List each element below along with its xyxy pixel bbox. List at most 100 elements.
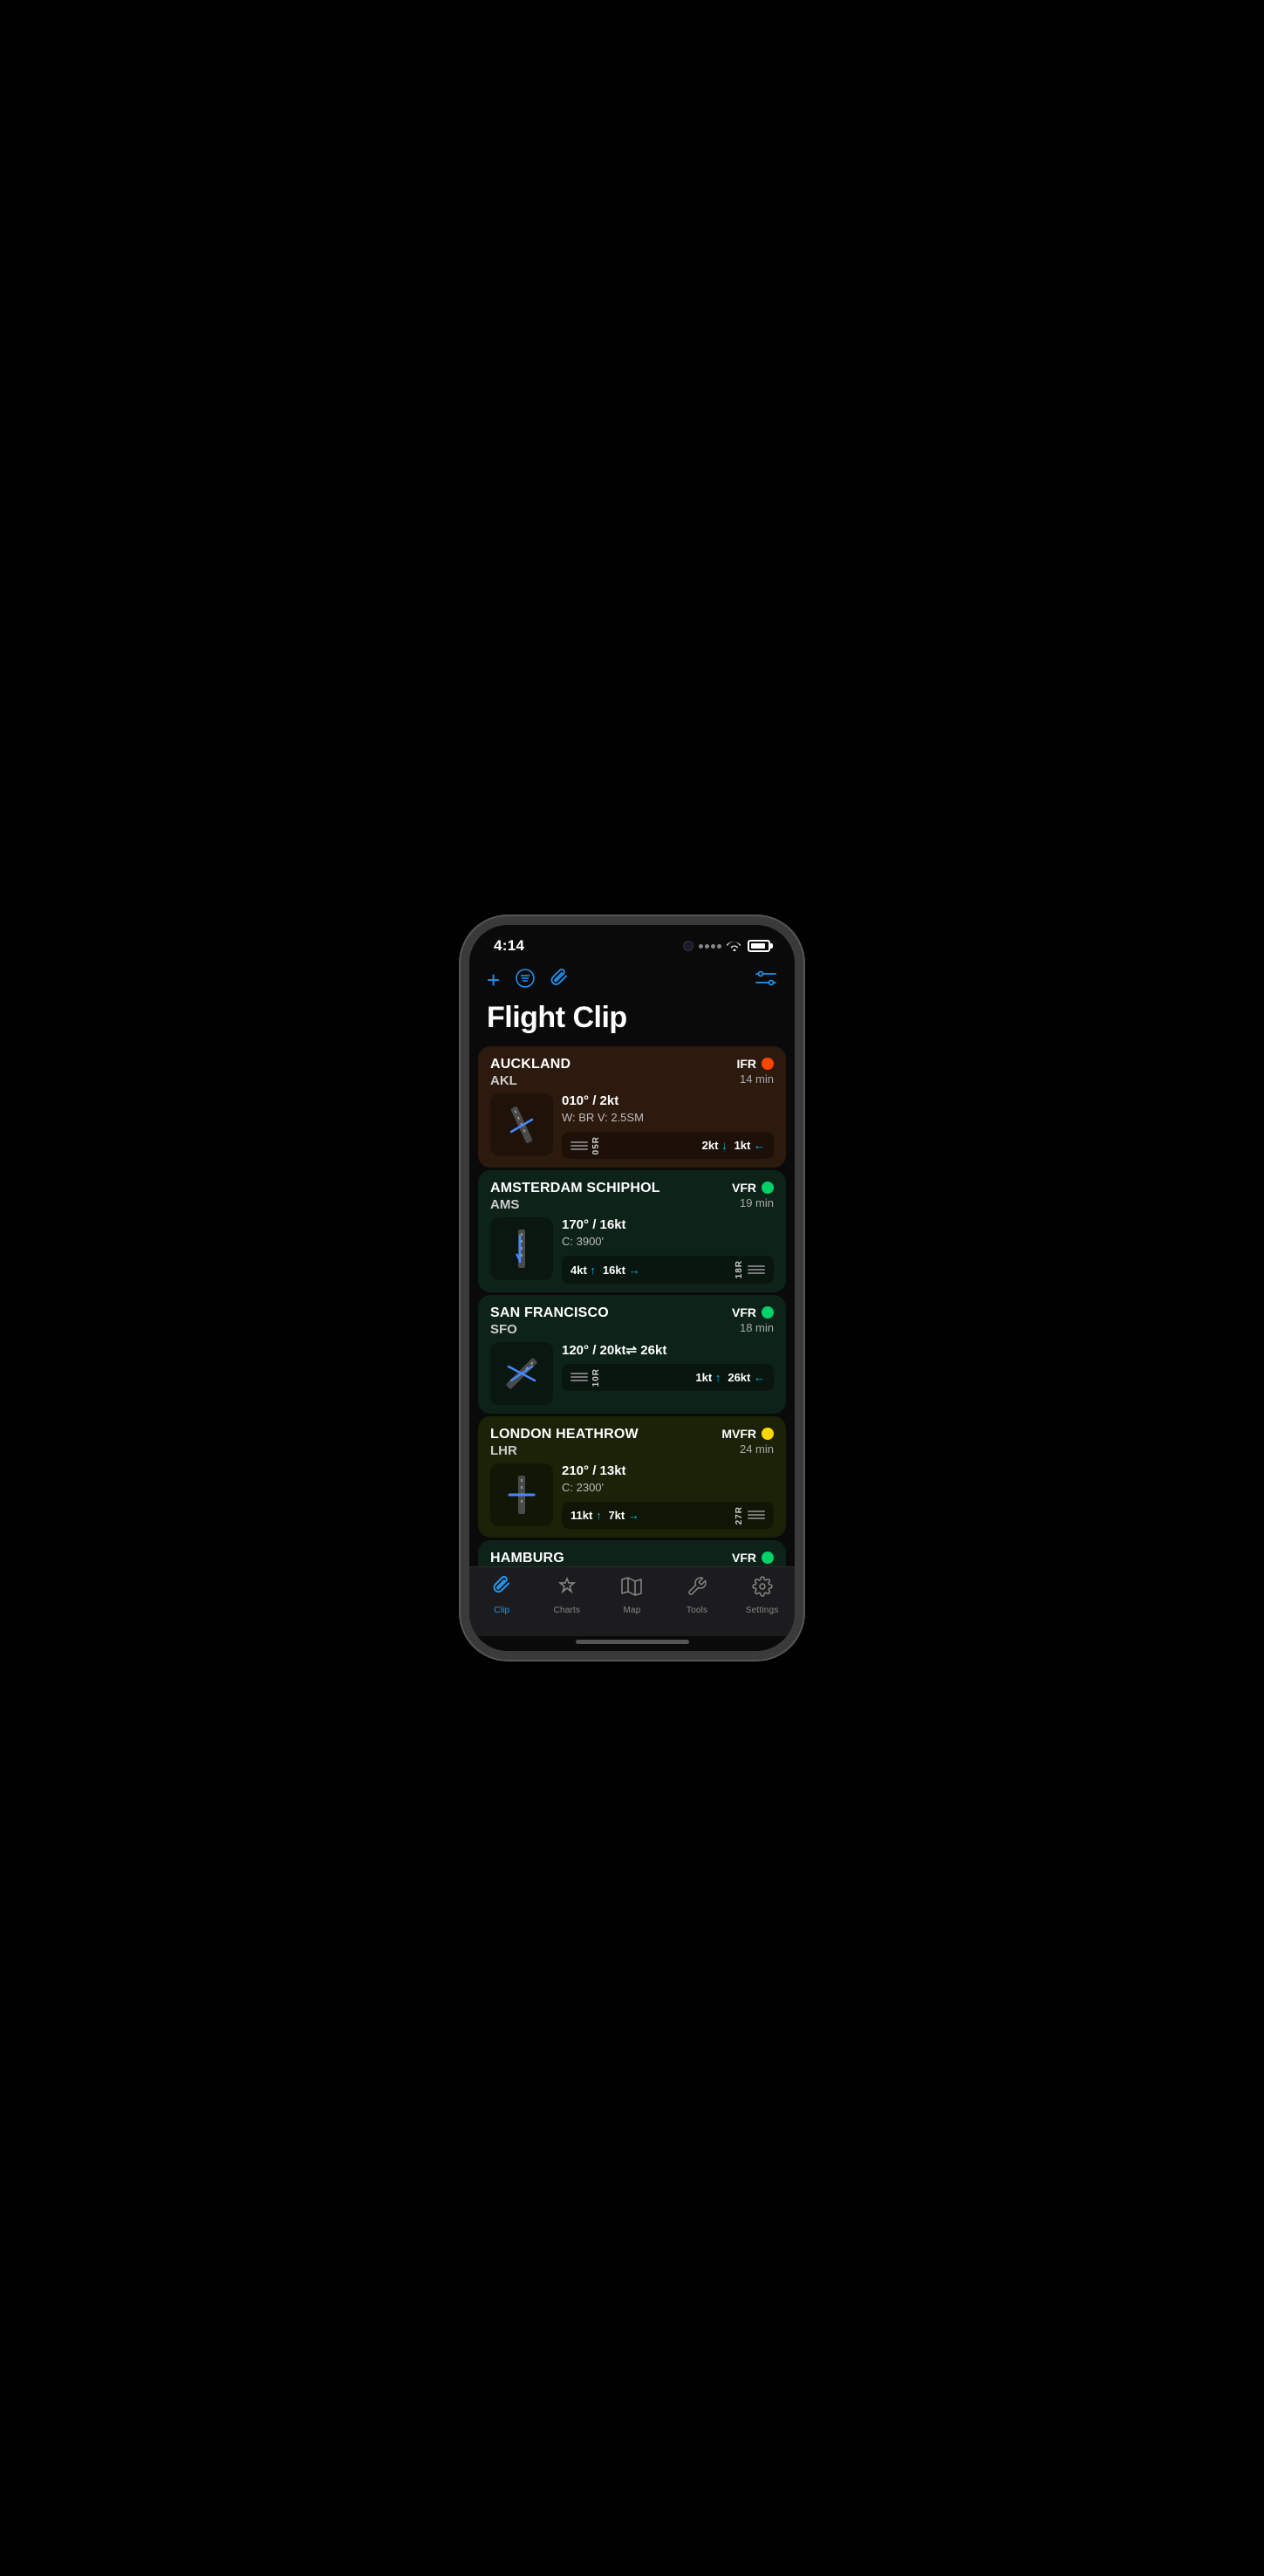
flight-rule-sfo: VFR (732, 1305, 756, 1319)
sliders-button[interactable] (755, 969, 777, 992)
bottom-bar-lhr: 11kt ↑ 7kt → 27R (562, 1502, 774, 1529)
runway-side-amsterdam: 18R (734, 1260, 765, 1278)
tab-clip-label: Clip (494, 1606, 509, 1615)
tab-settings-label: Settings (746, 1606, 779, 1615)
status-dot-lhr (762, 1428, 774, 1440)
headwind-amsterdam: 4kt ↑ (571, 1264, 596, 1277)
tab-clip[interactable]: Clip (475, 1576, 528, 1615)
card-header-sfo: SAN FRANCISCO SFO VFR 18 min (490, 1305, 774, 1337)
wind-components-auckland: 2kt ↓ 1kt ← (702, 1139, 765, 1152)
tab-tools-label: Tools (687, 1606, 707, 1615)
status-bar: 4:14 (469, 925, 795, 960)
runway-side-lhr: 27R (734, 1506, 765, 1524)
battery-fill (751, 943, 765, 949)
runway-diagram-auckland (490, 1093, 553, 1156)
flight-rule-ham: VFR (732, 1551, 756, 1565)
crosswind-lhr: 7kt → (608, 1509, 639, 1522)
airport-code-lhr: LHR (490, 1443, 639, 1458)
settings-tab-icon (752, 1576, 773, 1602)
runway-lines-amsterdam (748, 1265, 765, 1274)
tab-map-label: Map (623, 1606, 640, 1615)
tab-settings[interactable]: Settings (736, 1576, 789, 1615)
flight-status-auckland: IFR 14 min (736, 1057, 774, 1086)
tab-map[interactable]: Map (605, 1576, 658, 1615)
weather-row-auckland: 010° / 2kt W: BR V: 2.5SM 05R (490, 1093, 774, 1159)
status-row-amsterdam: VFR (732, 1181, 774, 1195)
wind-components-amsterdam: 4kt ↑ 16kt → (571, 1264, 640, 1277)
runway-diagram-lhr (490, 1463, 553, 1526)
tools-tab-icon (687, 1576, 707, 1602)
toolbar-left: + (487, 967, 570, 994)
flight-card-amsterdam[interactable]: AMSTERDAM SCHIPHOL AMS VFR 19 min (478, 1170, 786, 1291)
wind-components-sfo: 1kt ↑ 26kt ← (695, 1371, 765, 1384)
signal-dot-4 (717, 944, 721, 949)
crosswind-sfo: 26kt ← (728, 1371, 765, 1384)
signal-dots (699, 944, 721, 949)
airport-name-amsterdam: AMSTERDAM SCHIPHOL (490, 1181, 660, 1196)
runway-lines-sfo (571, 1373, 588, 1381)
runway-num-auckland: 05R (591, 1136, 601, 1154)
bottom-bar-amsterdam: 4kt ↑ 16kt → 18R (562, 1256, 774, 1283)
crosswind-auckland: 1kt ← (734, 1139, 765, 1152)
card-header-ham: HAMBURG HAM VFR 24 min (490, 1551, 774, 1566)
filter-button[interactable] (516, 969, 535, 993)
runway-num-lhr: 27R (734, 1506, 744, 1524)
phone-frame: 4:14 (461, 916, 803, 1660)
flight-rule-lhr: MVFR (721, 1427, 756, 1441)
clip-tab-icon (491, 1576, 512, 1602)
status-row-ham: VFR (732, 1551, 774, 1565)
flight-status-lhr: MVFR 24 min (721, 1427, 774, 1456)
runway-num-amsterdam: 18R (734, 1260, 744, 1278)
airport-info-ham: HAMBURG HAM (490, 1551, 564, 1566)
add-button[interactable]: + (487, 967, 500, 994)
flight-status-amsterdam: VFR 19 min (732, 1181, 774, 1209)
weather-details-auckland: 010° / 2kt W: BR V: 2.5SM 05R (562, 1093, 774, 1159)
page-title: Flight Clip (487, 1001, 777, 1035)
headwind-lhr: 11kt ↑ (571, 1509, 601, 1522)
runway-side-sfo: 10R (571, 1368, 601, 1387)
flight-card-lhr[interactable]: LONDON HEATHROW LHR MVFR 24 min (478, 1416, 786, 1538)
tab-tools[interactable]: Tools (671, 1576, 723, 1615)
flight-card-ham[interactable]: HAMBURG HAM VFR 24 min (478, 1540, 786, 1566)
flight-card-auckland[interactable]: AUCKLAND AKL IFR 14 min (478, 1046, 786, 1168)
weather-details-amsterdam: 170° / 16kt C: 3900' 4kt ↑ 16kt → 18R (562, 1217, 774, 1283)
wind-info-amsterdam: 170° / 16kt (562, 1217, 774, 1232)
airport-name-auckland: AUCKLAND (490, 1057, 571, 1072)
tab-bar: Clip Charts Map (469, 1566, 795, 1636)
weather-details-lhr: 210° / 13kt C: 2300' 11kt ↑ 7kt → 27R (562, 1463, 774, 1529)
runway-lines-lhr (748, 1511, 765, 1519)
status-row-lhr: MVFR (721, 1427, 774, 1441)
camera-dot (683, 941, 693, 951)
headwind-auckland: 2kt ↓ (702, 1139, 728, 1152)
time-ago-auckland: 14 min (740, 1072, 774, 1086)
bottom-bar-sfo: 10R 1kt ↑ 26kt ← (562, 1364, 774, 1391)
content-area[interactable]: AUCKLAND AKL IFR 14 min (469, 1044, 795, 1566)
time-ago-amsterdam: 19 min (740, 1196, 774, 1209)
card-header-auckland: AUCKLAND AKL IFR 14 min (490, 1057, 774, 1088)
flight-card-sfo[interactable]: SAN FRANCISCO SFO VFR 18 min (478, 1295, 786, 1414)
map-tab-icon (621, 1576, 642, 1602)
wind-info-sfo: 120° / 20kt⇌ 26kt (562, 1342, 774, 1358)
runway-side-auckland: 05R (571, 1136, 601, 1154)
page-title-container: Flight Clip (469, 997, 795, 1044)
status-dot-ham (762, 1552, 774, 1564)
signal-dot-1 (699, 944, 703, 949)
airport-info-lhr: LONDON HEATHROW LHR (490, 1427, 639, 1458)
phone-inner: 4:14 (469, 925, 795, 1651)
weather-extra-auckland: W: BR V: 2.5SM (562, 1111, 774, 1124)
bottom-bar-auckland: 05R 2kt ↓ 1kt ← (562, 1132, 774, 1159)
time-ago-sfo: 18 min (740, 1321, 774, 1334)
battery-icon (748, 940, 770, 952)
flight-status-sfo: VFR 18 min (732, 1305, 774, 1334)
weather-details-sfo: 120° / 20kt⇌ 26kt 10R (562, 1342, 774, 1405)
runway-diagram-sfo (490, 1342, 553, 1405)
status-row-sfo: VFR (732, 1305, 774, 1319)
status-dot-auckland (762, 1058, 774, 1070)
airport-code-amsterdam: AMS (490, 1197, 660, 1212)
airport-info-amsterdam: AMSTERDAM SCHIPHOL AMS (490, 1181, 660, 1212)
card-header-lhr: LONDON HEATHROW LHR MVFR 24 min (490, 1427, 774, 1458)
tab-charts[interactable]: Charts (541, 1576, 593, 1615)
clip-attach-button[interactable] (550, 969, 570, 993)
crosswind-amsterdam: 16kt → (603, 1264, 640, 1277)
weather-row-sfo: 120° / 20kt⇌ 26kt 10R (490, 1342, 774, 1405)
